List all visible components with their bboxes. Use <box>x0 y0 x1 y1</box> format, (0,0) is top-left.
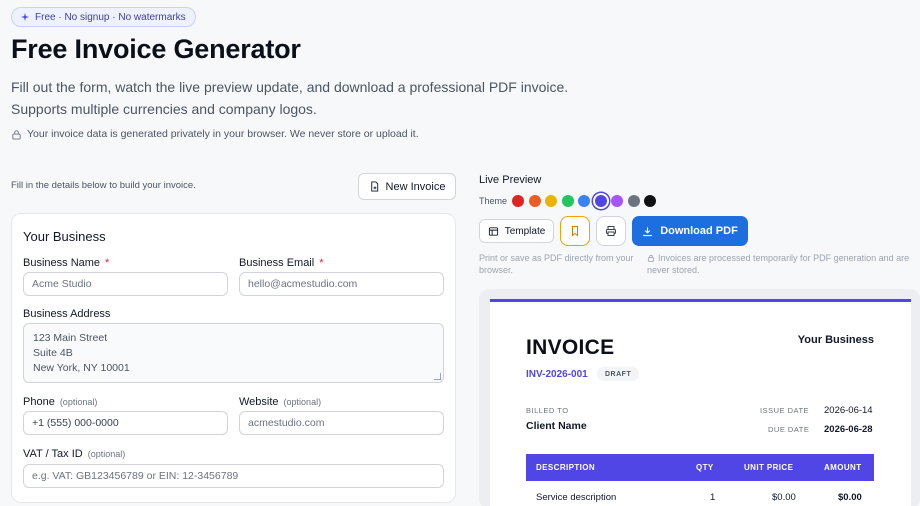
print-note: Print or save as PDF directly from your … <box>479 253 634 275</box>
placeholder-text: acmestudio.com <box>248 417 325 429</box>
page-title: Free Invoice Generator <box>11 34 301 64</box>
invoice-business-name: Your Business <box>797 334 874 346</box>
address-line: New York, NY 10001 <box>33 362 130 374</box>
billed-to-label: BILLED TO <box>526 406 569 415</box>
download-icon <box>643 226 652 236</box>
invoice-paper: INVOICE Your Business INV-2026-001 DRAFT… <box>490 299 911 506</box>
phone-label: Phone (optional) <box>23 396 97 408</box>
status-badge: DRAFT <box>597 367 640 381</box>
business-address-label: Business Address <box>23 308 110 320</box>
print-button[interactable] <box>596 216 626 246</box>
theme-swatch[interactable] <box>578 195 590 207</box>
feature-badge: Free · No signup · No watermarks <box>11 7 196 27</box>
badge-text: Free · No signup · No watermarks <box>35 11 186 23</box>
due-date-label: DUE DATE <box>768 425 810 434</box>
row-unit-price: $0.00 <box>772 492 796 503</box>
theme-swatch[interactable] <box>528 195 541 207</box>
theme-swatch[interactable] <box>594 195 607 207</box>
placeholder-text: +1 (555) 000-0000 <box>32 417 119 429</box>
business-name-input[interactable]: Acme Studio <box>23 272 228 296</box>
template-label: Template <box>504 225 546 237</box>
website-label: Website (optional) <box>239 396 321 408</box>
placeholder-text: hello@acmestudio.com <box>248 278 358 290</box>
new-document-icon <box>370 181 378 192</box>
label-text: Business Address <box>23 308 111 320</box>
address-line: Suite 4B <box>33 347 73 359</box>
optional-marker: (optional) <box>283 397 322 407</box>
download-pdf-button[interactable]: Download PDF <box>632 216 748 246</box>
printer-icon <box>606 226 616 236</box>
template-button[interactable]: Template <box>479 219 554 243</box>
bookmark-button[interactable] <box>560 216 590 246</box>
theme-swatch[interactable] <box>512 195 524 207</box>
label-text: Business Email <box>239 257 315 269</box>
theme-label: Theme <box>479 196 508 206</box>
page-subtitle: Fill out the form, watch the live previe… <box>11 76 611 120</box>
placeholder-text: e.g. VAT: GB123456789 or EIN: 12-3456789 <box>32 470 239 482</box>
vat-label: VAT / Tax ID (optional) <box>23 448 125 460</box>
invoice-title: INVOICE <box>526 336 615 359</box>
section-title: Your Business <box>23 229 106 244</box>
column-amount: AMOUNT <box>824 463 862 472</box>
subtitle-line: Fill out the form, watch the live previe… <box>11 79 569 95</box>
column-qty: QTY <box>696 463 714 472</box>
sparkle-icon <box>20 12 30 22</box>
theme-swatch[interactable] <box>627 195 640 207</box>
resize-handle[interactable] <box>434 373 441 380</box>
business-name-label: Business Name * <box>23 257 109 269</box>
theme-swatch[interactable] <box>611 195 623 207</box>
privacy-text: Your invoice data is generated privately… <box>27 128 419 140</box>
invoice-number: INV-2026-001 <box>526 369 588 380</box>
client-name: Client Name <box>526 420 587 432</box>
label-text: VAT / Tax ID <box>23 448 83 460</box>
form-hint: Fill in the details below to build your … <box>11 180 196 191</box>
row-description: Service description <box>536 492 617 503</box>
column-unit-price: UNIT PRICE <box>744 463 794 472</box>
address-line: 123 Main Street <box>33 332 108 344</box>
row-amount: $0.00 <box>838 492 862 503</box>
issue-date-value: 2026-06-14 <box>824 405 873 416</box>
lock-icon <box>12 129 21 140</box>
column-description: DESCRIPTION <box>536 463 596 472</box>
business-card: Your Business Business Name * Acme Studio… <box>11 213 456 503</box>
business-address-textarea[interactable]: 123 Main Street Suite 4B New York, NY 10… <box>23 323 444 383</box>
vat-input[interactable]: e.g. VAT: GB123456789 or EIN: 12-3456789 <box>23 464 444 488</box>
placeholder-text: Acme Studio <box>32 278 92 290</box>
theme-swatch[interactable] <box>561 195 574 207</box>
website-input[interactable]: acmestudio.com <box>239 411 444 435</box>
template-icon <box>488 226 498 236</box>
label-text: Website <box>239 396 279 408</box>
business-email-label: Business Email * <box>239 257 323 269</box>
lock-icon <box>647 254 655 262</box>
processing-note-text: Invoices are processed temporarily for P… <box>647 253 910 275</box>
optional-marker: (optional) <box>59 397 98 407</box>
business-email-input[interactable]: hello@acmestudio.com <box>239 272 444 296</box>
download-pdf-label: Download PDF <box>660 225 738 237</box>
new-invoice-label: New Invoice <box>385 180 446 193</box>
subtitle-line: Supports multiple currencies and company… <box>11 101 317 117</box>
label-text: Business Name <box>23 257 101 269</box>
theme-swatch[interactable] <box>644 195 656 207</box>
optional-marker: (optional) <box>87 449 126 459</box>
label-text: Phone <box>23 396 55 408</box>
processing-note: Invoices are processed temporarily for P… <box>647 252 919 276</box>
bookmark-icon <box>572 226 578 237</box>
required-marker: * <box>105 257 110 269</box>
privacy-note: Your invoice data is generated privately… <box>11 128 419 140</box>
required-marker: * <box>319 257 324 269</box>
due-date-value: 2026-06-28 <box>824 424 873 435</box>
issue-date-label: ISSUE DATE <box>760 406 810 415</box>
new-invoice-button[interactable]: New Invoice <box>358 173 456 200</box>
phone-input[interactable]: +1 (555) 000-0000 <box>23 411 228 435</box>
theme-swatch[interactable] <box>545 195 557 207</box>
live-preview-label: Live Preview <box>479 174 542 186</box>
line-items-header: DESCRIPTION QTY UNIT PRICE AMOUNT <box>526 454 874 481</box>
row-qty: 1 <box>710 492 716 503</box>
invoice-preview: INVOICE Your Business INV-2026-001 DRAFT… <box>479 289 920 506</box>
